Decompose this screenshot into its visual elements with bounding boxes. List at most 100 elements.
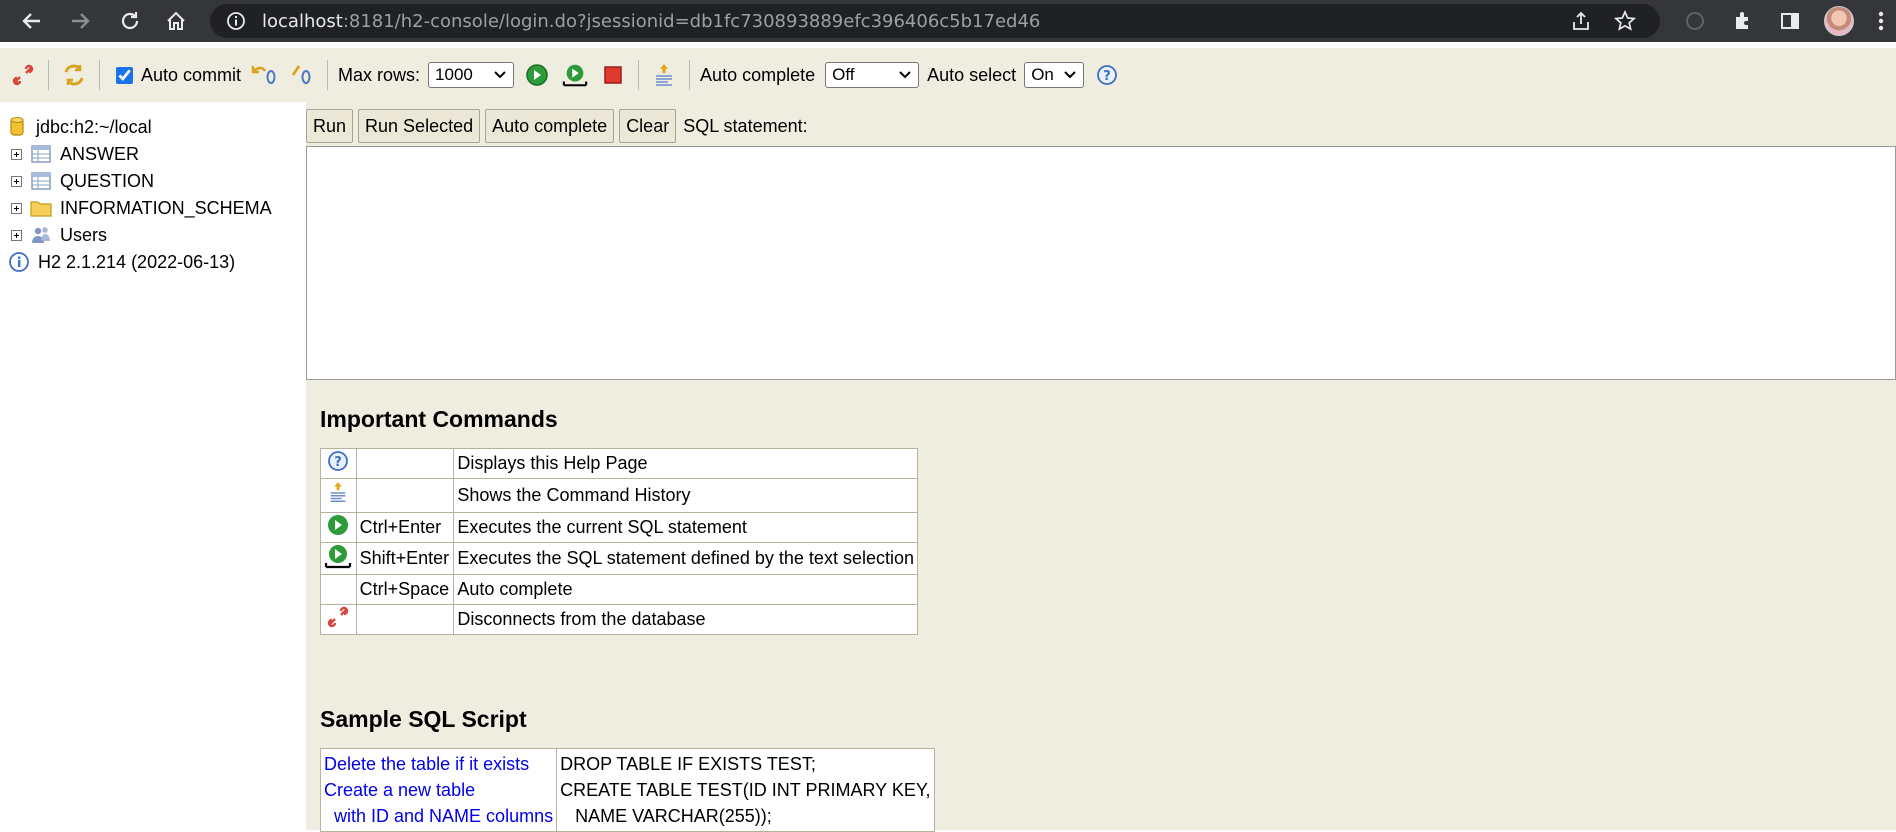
sample-link[interactable]: Create a new table <box>324 777 553 803</box>
command-key: Ctrl+Space <box>355 574 455 605</box>
max-rows-select[interactable]: 1000 <box>428 62 515 88</box>
svg-text:?: ? <box>335 455 343 470</box>
sample-link[interactable]: with ID and NAME columns <box>324 803 553 829</box>
command-description: Auto complete <box>453 574 918 605</box>
auto-complete-value: Off <box>832 65 855 84</box>
toolbar-separator <box>638 60 640 90</box>
commit-icon[interactable] <box>289 62 315 88</box>
command-description: Displays this Help Page <box>453 448 918 479</box>
toolbar-separator <box>327 60 329 90</box>
auto-commit-checkbox[interactable] <box>116 66 133 84</box>
clear-button[interactable]: Clear <box>619 109 677 143</box>
forward-icon[interactable] <box>62 0 98 42</box>
sample-sql-line: CREATE TABLE TEST(ID INT PRIMARY KEY, <box>560 780 931 800</box>
table-icon <box>30 171 52 191</box>
command-description: Shows the Command History <box>453 478 918 513</box>
tree-connection[interactable]: jdbc:h2:~/local <box>10 114 152 140</box>
refresh-icon[interactable] <box>61 62 87 88</box>
tree-item-answer[interactable]: ANSWER <box>11 141 139 167</box>
table-row: Disconnects from the database <box>320 604 918 635</box>
table-row: ? Displays this Help Page <box>320 448 918 479</box>
tree-item-label: INFORMATION_SCHEMA <box>60 197 272 218</box>
toolbar-separator <box>689 60 691 90</box>
tree-item-information-schema[interactable]: INFORMATION_SCHEMA <box>11 195 272 221</box>
auto-select-select[interactable]: On <box>1024 62 1085 88</box>
command-key: Shift+Enter <box>355 542 455 575</box>
svg-text:?: ? <box>1103 69 1111 84</box>
auto-complete-label: Auto complete <box>700 64 816 85</box>
sample-sql-heading: Sample SQL Script <box>320 706 527 732</box>
sql-editor[interactable] <box>306 146 1896 380</box>
auto-complete-select[interactable]: Off <box>825 62 920 88</box>
toolbar-separator <box>48 60 49 90</box>
help-icon[interactable]: ? <box>320 448 357 479</box>
command-key: Ctrl+Enter <box>355 512 455 543</box>
address-bar[interactable]: localhost:8181/h2-console/login.do?jsess… <box>210 4 1660 38</box>
main-panel: Run Run Selected Auto complete Clear SQL… <box>306 102 1896 832</box>
sidepanel-icon[interactable] <box>1775 0 1805 42</box>
browser-chrome: localhost:8181/h2-console/login.do?jsess… <box>0 0 1896 42</box>
auto-select-value: On <box>1031 65 1054 84</box>
sql-statement-label: SQL statement: <box>683 115 808 136</box>
table-row: Shows the Command History <box>320 478 918 513</box>
menu-icon[interactable] <box>1866 0 1896 42</box>
command-key <box>355 448 455 479</box>
info-icon[interactable] <box>226 11 246 31</box>
url-path: :8181/h2-console/login.do?jsessionid=db1… <box>342 11 1041 32</box>
tree-item-label: Users <box>60 224 108 245</box>
sample-sql-line: DROP TABLE IF EXISTS TEST; <box>560 754 816 774</box>
info-icon <box>8 252 30 272</box>
star-icon[interactable] <box>1613 9 1637 37</box>
expand-icon[interactable] <box>11 148 22 160</box>
commands-table: ? Displays this Help Page Shows the Comm… <box>320 448 918 635</box>
sample-links: Delete the table if it exists Create a n… <box>319 748 558 832</box>
stop-icon[interactable] <box>600 62 626 88</box>
share-icon[interactable] <box>1570 10 1592 37</box>
auto-select-label: Auto select <box>927 64 1017 85</box>
run-selected-button[interactable]: Run Selected <box>358 109 481 143</box>
loading-icon <box>1680 0 1710 42</box>
home-icon[interactable] <box>158 0 194 42</box>
back-icon[interactable] <box>14 0 50 42</box>
table-row: Shift+Enter Executes the SQL statement d… <box>320 542 918 575</box>
chevron-down-icon <box>1064 71 1076 79</box>
run-selected-icon[interactable] <box>320 542 357 575</box>
sample-link[interactable]: Delete the table if it exists <box>324 751 553 777</box>
sample-sql-table: Delete the table if it exists Create a n… <box>319 748 935 832</box>
version-label: H2 2.1.214 (2022-06-13) <box>38 251 236 272</box>
run-icon[interactable] <box>524 62 550 88</box>
history-icon[interactable] <box>651 62 677 88</box>
expand-icon[interactable] <box>11 229 22 241</box>
run-icon[interactable] <box>320 512 357 543</box>
run-selected-icon[interactable] <box>562 62 588 88</box>
connection-label: jdbc:h2:~/local <box>36 116 152 137</box>
auto-complete-button[interactable]: Auto complete <box>485 109 615 143</box>
command-description: Disconnects from the database <box>453 604 918 635</box>
disconnect-icon[interactable] <box>320 604 357 635</box>
query-buttons: Run Run Selected Auto complete Clear SQL… <box>306 108 808 144</box>
disconnect-icon[interactable] <box>10 62 36 88</box>
tree-item-users[interactable]: Users <box>11 222 107 248</box>
auto-commit-label: Auto commit <box>141 64 242 85</box>
history-icon[interactable] <box>320 478 357 513</box>
folder-icon <box>30 198 52 218</box>
extensions-icon[interactable] <box>1728 0 1758 42</box>
chevron-down-icon <box>899 71 911 79</box>
expand-icon[interactable] <box>11 175 22 187</box>
rollback-icon[interactable] <box>251 62 277 88</box>
tree-item-question[interactable]: QUESTION <box>11 168 154 194</box>
max-rows-value: 1000 <box>435 65 473 84</box>
expand-icon[interactable] <box>11 202 22 214</box>
toolbar-separator <box>99 60 100 90</box>
run-button[interactable]: Run <box>306 109 354 143</box>
reload-icon[interactable] <box>112 0 148 42</box>
object-tree: jdbc:h2:~/local ANSWER QUESTION INFORMAT… <box>0 102 306 830</box>
avatar[interactable] <box>1824 0 1854 42</box>
chevron-down-icon <box>494 71 506 79</box>
url-host: localhost <box>262 11 343 32</box>
command-description: Executes the current SQL statement <box>453 512 918 543</box>
important-commands-heading: Important Commands <box>320 406 558 432</box>
command-description: Executes the SQL statement defined by th… <box>453 542 918 575</box>
help-icon[interactable]: ? <box>1094 62 1120 88</box>
tree-item-label: ANSWER <box>60 143 140 164</box>
